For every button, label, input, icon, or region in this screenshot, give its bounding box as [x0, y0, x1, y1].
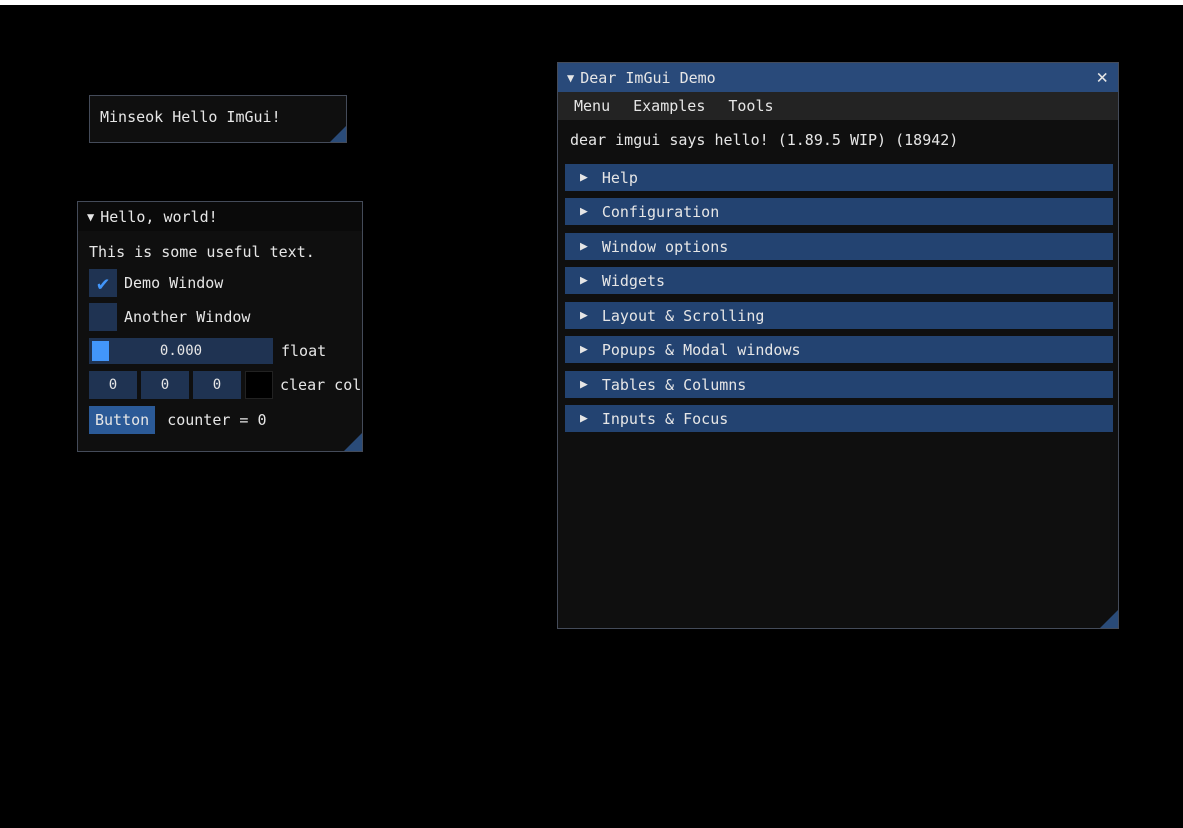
- counter-text: counter = 0: [167, 411, 267, 429]
- header-label: Widgets: [601, 271, 666, 290]
- color-g-field[interactable]: 0: [141, 371, 189, 399]
- another-window-checkbox-row[interactable]: Another Window: [89, 303, 250, 331]
- counter-button[interactable]: Button: [89, 406, 156, 434]
- hello-window-titlebar[interactable]: ▼ Hello, world!: [78, 202, 362, 231]
- header-widgets[interactable]: ▶ Widgets: [565, 267, 1113, 294]
- collapse-arrow-icon[interactable]: ▼: [567, 71, 574, 85]
- clear-color-label: clear color: [280, 376, 362, 394]
- version-text: dear imgui says hello! (1.89.5 WIP) (189…: [570, 131, 959, 149]
- header-configuration[interactable]: ▶ Configuration: [565, 198, 1113, 225]
- header-layout-scrolling[interactable]: ▶ Layout & Scrolling: [565, 302, 1113, 329]
- resize-grip[interactable]: [330, 126, 346, 142]
- header-label: Layout & Scrolling: [601, 306, 765, 325]
- header-label: Help: [601, 168, 638, 187]
- overlay-text: Minseok Hello ImGui!: [100, 108, 281, 126]
- header-label: Tables & Columns: [601, 375, 747, 394]
- hello-window-title: Hello, world!: [100, 207, 218, 226]
- collapse-arrow-icon[interactable]: ▼: [87, 210, 94, 224]
- useful-text: This is some useful text.: [89, 243, 315, 261]
- expand-arrow-icon: ▶: [580, 170, 588, 185]
- header-label: Popups & Modal windows: [601, 340, 801, 359]
- float-slider-value: 0.000: [159, 343, 203, 359]
- clear-color-row[interactable]: 0 0 0 clear color: [89, 371, 362, 399]
- expand-arrow-icon: ▶: [580, 308, 588, 323]
- color-swatch[interactable]: [245, 371, 273, 399]
- another-window-checkbox[interactable]: [89, 303, 117, 331]
- expand-arrow-icon: ▶: [580, 377, 588, 392]
- imgui-demo-window[interactable]: ▼ Dear ImGui Demo ✕ Menu Examples Tools …: [557, 62, 1119, 629]
- another-window-checkbox-label[interactable]: Another Window: [124, 308, 250, 326]
- slider-grab[interactable]: [92, 341, 109, 361]
- header-inputs-focus[interactable]: ▶ Inputs & Focus: [565, 405, 1113, 432]
- resize-grip[interactable]: [1100, 610, 1118, 628]
- checkmark-icon: ✔: [96, 271, 110, 295]
- demo-window-checkbox-row[interactable]: ✔ Demo Window: [89, 269, 223, 297]
- expand-arrow-icon: ▶: [580, 273, 588, 288]
- expand-arrow-icon: ▶: [580, 239, 588, 254]
- hello-world-window[interactable]: ▼ Hello, world! This is some useful text…: [77, 201, 363, 452]
- float-slider-row[interactable]: 0.000 float: [89, 337, 326, 365]
- header-popups-modal[interactable]: ▶ Popups & Modal windows: [565, 336, 1113, 363]
- header-help[interactable]: ▶ Help: [565, 164, 1113, 191]
- demo-window-titlebar[interactable]: ▼ Dear ImGui Demo ✕: [558, 63, 1118, 92]
- header-label: Window options: [601, 237, 729, 256]
- top-white-bar: [0, 0, 1183, 5]
- menu-examples[interactable]: Examples: [633, 97, 705, 115]
- color-r-field[interactable]: 0: [89, 371, 137, 399]
- color-b-field[interactable]: 0: [193, 371, 241, 399]
- demo-window-checkbox-label[interactable]: Demo Window: [124, 274, 223, 292]
- expand-arrow-icon: ▶: [580, 204, 588, 219]
- expand-arrow-icon: ▶: [580, 411, 588, 426]
- demo-window-checkbox[interactable]: ✔: [89, 269, 117, 297]
- overlay-window[interactable]: Minseok Hello ImGui!: [89, 95, 347, 143]
- useful-text-row: This is some useful text.: [89, 238, 315, 266]
- header-tables-columns[interactable]: ▶ Tables & Columns: [565, 371, 1113, 398]
- menu-menu[interactable]: Menu: [574, 97, 610, 115]
- float-slider-label: float: [281, 342, 327, 360]
- float-slider[interactable]: 0.000: [89, 338, 273, 364]
- header-label: Inputs & Focus: [601, 409, 729, 428]
- resize-grip[interactable]: [344, 433, 362, 451]
- button-row[interactable]: Button counter = 0: [89, 406, 267, 434]
- menu-bar: Menu Examples Tools: [558, 92, 1118, 120]
- expand-arrow-icon: ▶: [580, 342, 588, 357]
- header-label: Configuration: [601, 202, 720, 221]
- menu-tools[interactable]: Tools: [728, 97, 773, 115]
- close-icon[interactable]: ✕: [1097, 66, 1108, 88]
- demo-window-title: Dear ImGui Demo: [580, 68, 716, 87]
- header-window-options[interactable]: ▶ Window options: [565, 233, 1113, 260]
